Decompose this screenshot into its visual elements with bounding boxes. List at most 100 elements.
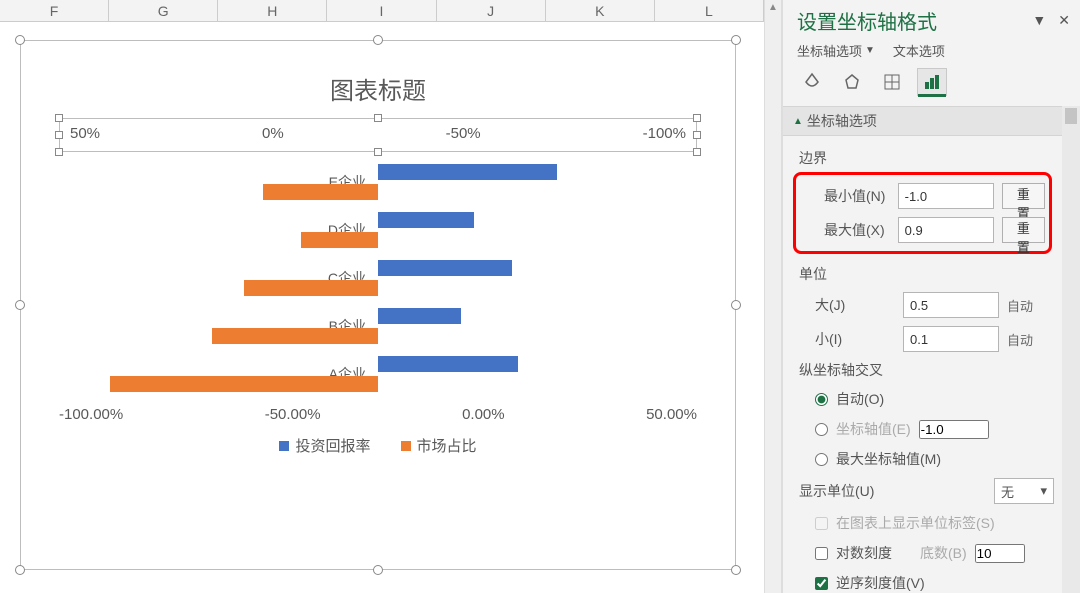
col-header[interactable]: L: [655, 0, 764, 21]
bar-share[interactable]: [263, 184, 378, 200]
tab-axis-options[interactable]: 坐标轴选项▼: [797, 41, 875, 60]
resize-handle[interactable]: [373, 35, 383, 45]
bar-roi[interactable]: [378, 356, 518, 372]
radio-input[interactable]: [815, 453, 828, 466]
pane-close-icon[interactable]: ✕: [1058, 12, 1070, 29]
cross-auto-radio[interactable]: 自动(O): [791, 384, 1054, 414]
display-unit-select[interactable]: 无▾: [994, 478, 1054, 504]
category-row: C企业: [59, 254, 697, 302]
axis-handle[interactable]: [374, 148, 382, 156]
max-input[interactable]: [898, 217, 994, 243]
category-row: A企业: [59, 350, 697, 398]
worksheet-scrollbar[interactable]: ▲: [764, 0, 782, 593]
bar-share[interactable]: [212, 328, 378, 344]
pane-body: ▲ 坐标轴选项 边界 最小值(N) 重置 最大值(X) 重置 单位 大(J): [783, 106, 1080, 593]
resize-handle[interactable]: [731, 35, 741, 45]
resize-handle[interactable]: [373, 565, 383, 575]
col-header[interactable]: I: [327, 0, 436, 21]
category-row: B企业: [59, 302, 697, 350]
col-header[interactable]: F: [0, 0, 109, 21]
effects-icon[interactable]: [837, 68, 867, 96]
min-input[interactable]: [898, 183, 994, 209]
expand-icon: ▲: [793, 116, 803, 127]
axis-tick: 50.00%: [646, 406, 697, 423]
resize-handle[interactable]: [731, 300, 741, 310]
log-base-input: [975, 544, 1025, 563]
chart-object[interactable]: 图表标题 50% 0% -50% -100% E企业: [20, 40, 736, 570]
bar-roi[interactable]: [378, 212, 474, 228]
axis-handle[interactable]: [693, 114, 701, 122]
major-unit-row: 大(J) 自动: [791, 288, 1054, 322]
radio-input[interactable]: [815, 423, 828, 436]
resize-handle[interactable]: [15, 35, 25, 45]
bar-share[interactable]: [244, 280, 378, 296]
checkbox-input[interactable]: [815, 547, 828, 560]
group-unit-label: 单位: [791, 260, 1054, 288]
legend-item[interactable]: 投资回报率: [279, 435, 370, 456]
secondary-axis-selected[interactable]: 50% 0% -50% -100%: [59, 118, 697, 152]
section-body: 边界 最小值(N) 重置 最大值(X) 重置 单位 大(J) 自动: [783, 136, 1062, 593]
max-reset-button[interactable]: 重置: [1002, 217, 1045, 243]
resize-handle[interactable]: [731, 565, 741, 575]
tab-text-options[interactable]: 文本选项: [893, 41, 945, 60]
bar-roi[interactable]: [378, 308, 461, 324]
size-icon[interactable]: [877, 68, 907, 96]
axis-handle[interactable]: [55, 114, 63, 122]
radio-label: 最大坐标轴值(M): [836, 449, 941, 469]
auto-label: 自动: [1007, 296, 1033, 315]
legend-swatch-icon: [401, 441, 411, 451]
max-label: 最大值(X): [824, 220, 890, 240]
radio-input[interactable]: [815, 393, 828, 406]
primary-axis-ticks[interactable]: -100.00% -50.00% 0.00% 50.00%: [59, 406, 697, 423]
minor-input[interactable]: [903, 326, 999, 352]
log-scale-checkbox[interactable]: 对数刻度 底数(B): [791, 538, 1054, 568]
axis-handle[interactable]: [693, 148, 701, 156]
pane-header: 设置坐标轴格式 ▼ ✕: [783, 0, 1080, 41]
axis-tick: -100.00%: [59, 406, 123, 423]
pane-dropdown-icon[interactable]: ▼: [1032, 12, 1046, 29]
scroll-up-icon[interactable]: ▲: [768, 2, 778, 13]
major-input[interactable]: [903, 292, 999, 318]
checkbox-label: 逆序刻度值(V): [836, 573, 925, 593]
col-header[interactable]: H: [218, 0, 327, 21]
axis-handle[interactable]: [55, 148, 63, 156]
auto-label: 自动: [1007, 330, 1033, 349]
min-reset-button[interactable]: 重置: [1002, 183, 1045, 209]
bar-share[interactable]: [110, 376, 378, 392]
fill-icon[interactable]: [797, 68, 827, 96]
axis-tick: -50.00%: [265, 406, 321, 423]
axis-options-icon[interactable]: [917, 68, 947, 96]
category-row: E企业: [59, 158, 697, 206]
chart-legend[interactable]: 投资回报率 市场占比: [21, 435, 735, 456]
show-unit-label-checkbox: 在图表上显示单位标签(S): [791, 508, 1054, 538]
cross-max-radio[interactable]: 最大坐标轴值(M): [791, 444, 1054, 474]
axis-handle[interactable]: [374, 114, 382, 122]
reverse-order-checkbox[interactable]: 逆序刻度值(V): [791, 568, 1054, 593]
cross-value-radio[interactable]: 坐标轴值(E): [791, 414, 1054, 444]
axis-tick: -50%: [446, 125, 481, 142]
scrollbar-thumb[interactable]: [1065, 108, 1077, 124]
axis-tick: -100%: [643, 125, 686, 142]
bar-roi[interactable]: [378, 260, 512, 276]
resize-handle[interactable]: [15, 300, 25, 310]
chart-title[interactable]: 图表标题: [21, 41, 735, 118]
bar-share[interactable]: [301, 232, 378, 248]
bar-roi[interactable]: [378, 164, 557, 180]
axis-handle[interactable]: [55, 131, 63, 139]
section-header-axis-options[interactable]: ▲ 坐标轴选项: [783, 106, 1062, 136]
cross-label: 纵坐标轴交叉: [791, 356, 1054, 384]
legend-swatch-icon: [279, 441, 289, 451]
plot-area[interactable]: E企业 D企业 C企业 B企业 A企业: [59, 158, 697, 398]
checkbox-input[interactable]: [815, 577, 828, 590]
col-header[interactable]: J: [437, 0, 546, 21]
axis-handle[interactable]: [693, 131, 701, 139]
display-unit-row: 显示单位(U) 无▾: [791, 474, 1054, 508]
section-label: 坐标轴选项: [807, 111, 877, 131]
radio-label: 坐标轴值(E): [836, 419, 911, 439]
col-header[interactable]: G: [109, 0, 218, 21]
radio-label: 自动(O): [836, 389, 884, 409]
resize-handle[interactable]: [15, 565, 25, 575]
col-header[interactable]: K: [546, 0, 655, 21]
legend-item[interactable]: 市场占比: [401, 435, 477, 456]
pane-scrollbar[interactable]: [1062, 106, 1080, 593]
